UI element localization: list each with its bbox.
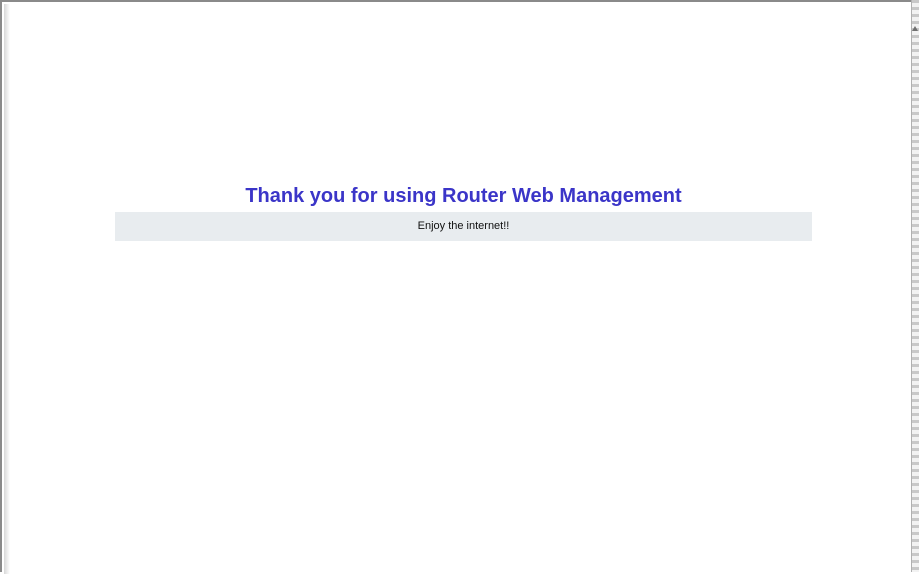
browser-content-frame: Thank you for using Router Web Managemen… (0, 0, 919, 574)
status-message-row: Enjoy the internet!! (115, 212, 812, 241)
page-title: Thank you for using Router Web Managemen… (245, 185, 682, 207)
status-message: Enjoy the internet!! (417, 220, 510, 232)
frame-shadow (4, 4, 10, 574)
logout-message-panel: Thank you for using Router Web Managemen… (115, 180, 812, 241)
up-arrow-icon[interactable] (912, 26, 918, 31)
vertical-scrollbar[interactable] (911, 0, 919, 572)
